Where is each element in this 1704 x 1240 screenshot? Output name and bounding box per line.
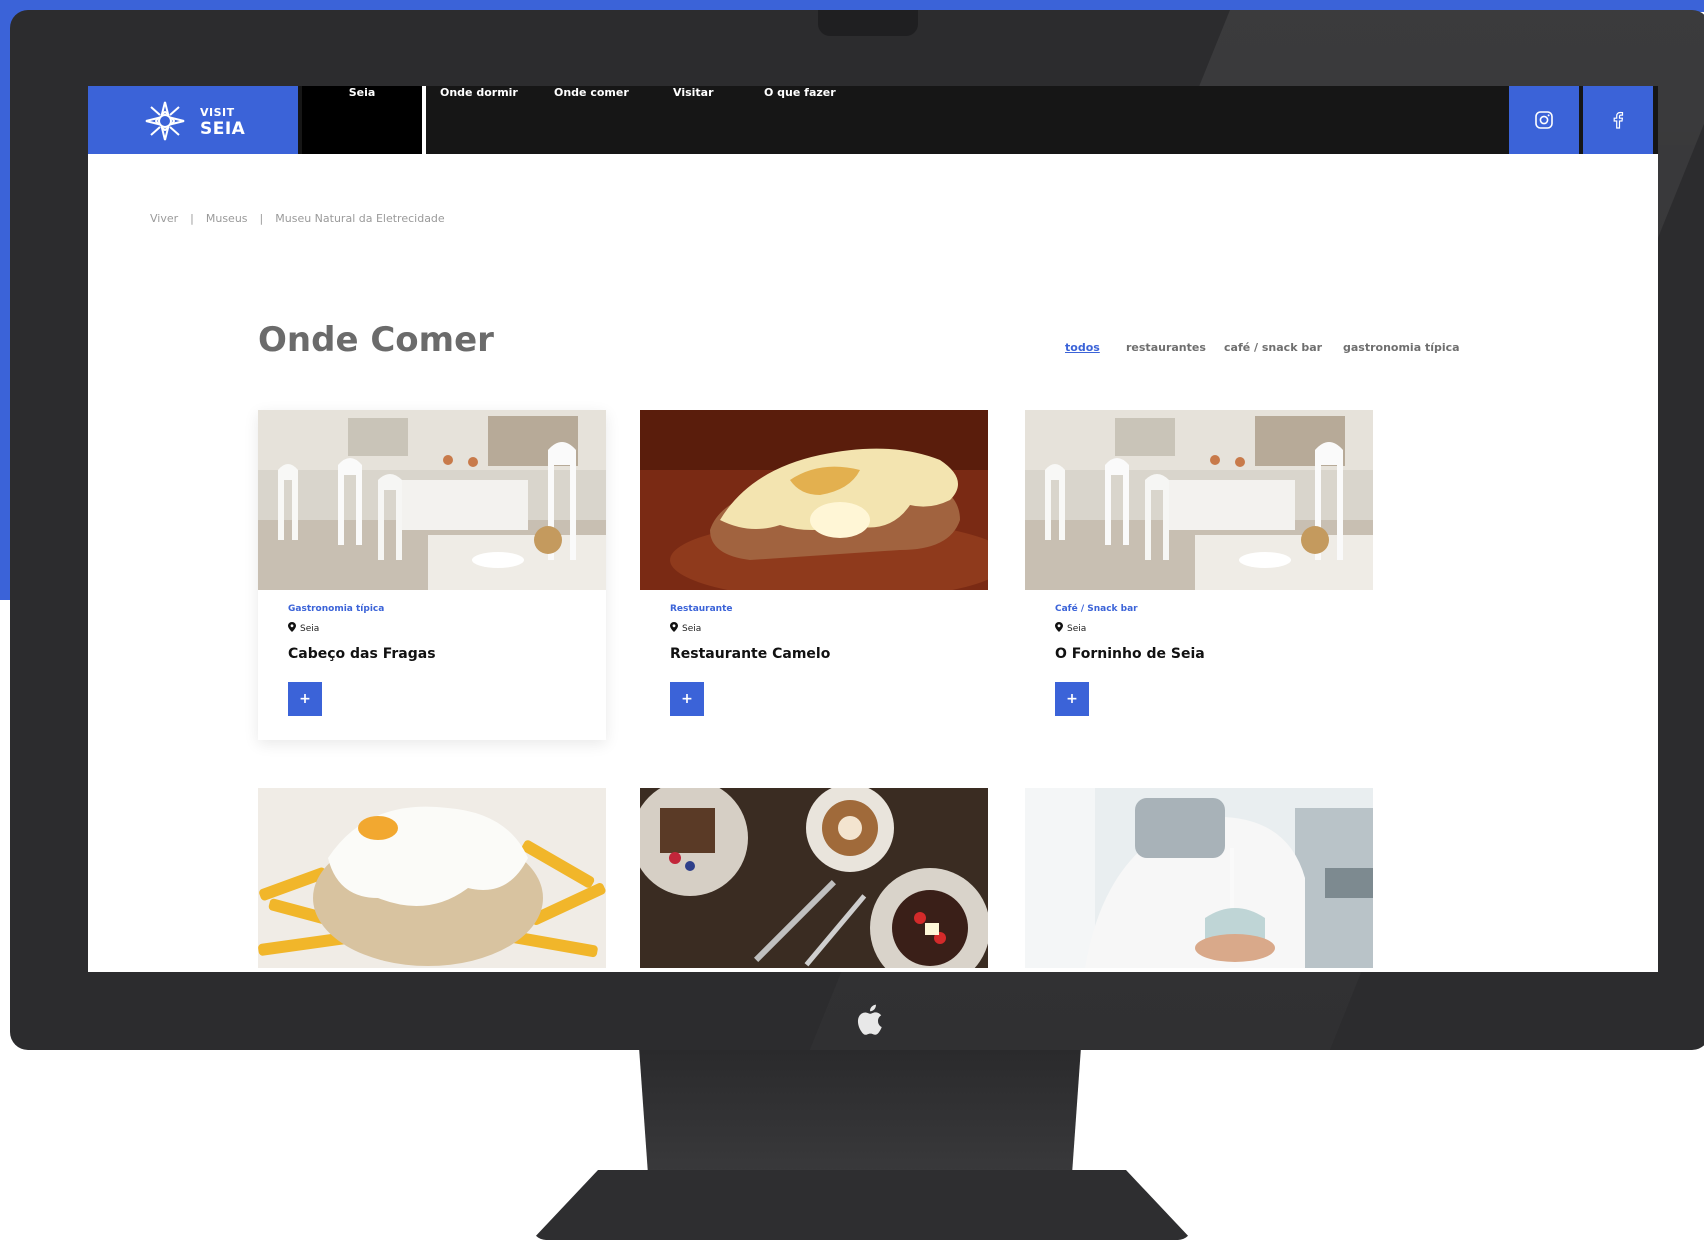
facebook-button[interactable] (1583, 86, 1653, 154)
facebook-icon (1613, 111, 1624, 129)
card-location-text: Seia (1067, 624, 1087, 634)
card-category: Café / Snack bar (1055, 604, 1138, 614)
card-row2-3[interactable] (1025, 788, 1373, 972)
card-photo (640, 788, 988, 968)
filter-cafe-snack-bar[interactable]: café / snack bar (1224, 341, 1322, 354)
site-logo[interactable]: VISIT SEIA (88, 86, 298, 154)
logo-visit-text: VISIT (200, 106, 235, 119)
card-location-text: Seia (682, 624, 702, 634)
card-row2-2[interactable] (640, 788, 988, 972)
scene: VISIT SEIA Seia Onde dormir Onde comer V… (0, 0, 1704, 1240)
breadcrumb-museu[interactable]: Museu Natural da Eletrecidade (275, 212, 444, 225)
breadcrumb-viver[interactable]: Viver (150, 212, 178, 225)
apple-logo-icon (857, 1004, 882, 1035)
screen: VISIT SEIA Seia Onde dormir Onde comer V… (88, 86, 1658, 972)
card-title[interactable]: O Forninho de Seia (1055, 646, 1205, 662)
instagram-icon (1535, 111, 1553, 129)
card-more-button[interactable]: + (288, 682, 322, 716)
card-category: Restaurante (670, 604, 733, 614)
nav-item-visitar[interactable]: Visitar (673, 86, 714, 154)
card-o-forninho-de-seia[interactable]: Café / Snack bar Seia O Forninho de Seia… (1025, 410, 1373, 740)
card-photo (640, 410, 988, 590)
filter-gastronomia-tipica[interactable]: gastronomia típica (1343, 341, 1460, 354)
card-photo (258, 788, 606, 968)
cheese-toast-image (640, 410, 988, 590)
monitor-stand-base (532, 1170, 1192, 1240)
card-more-button[interactable]: + (1055, 682, 1089, 716)
nav-item-onde-comer[interactable]: Onde comer (554, 86, 629, 154)
filter-todos[interactable]: todos (1065, 341, 1100, 354)
logo-seia-text: SEIA (200, 119, 246, 139)
card-title[interactable]: Cabeço das Fragas (288, 646, 436, 662)
card-location: Seia (670, 622, 701, 634)
instagram-button[interactable] (1509, 86, 1579, 154)
card-cabeco-das-fragas[interactable]: Gastronomia típica Seia Cabeço das Fraga… (258, 410, 606, 740)
monitor-frame: VISIT SEIA Seia Onde dormir Onde comer V… (10, 10, 1704, 1050)
filter-restaurantes[interactable]: restaurantes (1126, 341, 1206, 354)
monitor-stand-neck (639, 1050, 1081, 1180)
top-navigation: VISIT SEIA Seia Onde dormir Onde comer V… (88, 86, 1658, 154)
map-pin-icon (288, 622, 296, 632)
breadcrumb-museus[interactable]: Museus (206, 212, 248, 225)
card-location: Seia (1055, 622, 1086, 634)
barista-milk-pour-image (1025, 788, 1373, 968)
card-title[interactable]: Restaurante Camelo (670, 646, 830, 662)
egg-bread-fries-image (258, 788, 606, 968)
map-pin-icon (1055, 622, 1063, 632)
breadcrumb-separator: | (190, 212, 194, 225)
card-category: Gastronomia típica (288, 604, 385, 614)
category-filters: todos restaurantes café / snack bar gast… (988, 341, 1460, 361)
star-flower-icon (145, 101, 185, 141)
camera-notch (818, 10, 918, 36)
dining-room-image (1025, 410, 1373, 590)
card-photo (258, 410, 606, 590)
breadcrumb-separator: | (259, 212, 264, 225)
card-location: Seia (288, 622, 319, 634)
card-more-button[interactable]: + (670, 682, 704, 716)
nav-item-seia[interactable]: Seia (302, 86, 426, 154)
coffee-desserts-image (640, 788, 988, 968)
nav-item-o-que-fazer[interactable]: O que fazer (764, 86, 836, 154)
card-photo (1025, 410, 1373, 590)
dining-room-image (258, 410, 606, 590)
card-location-text: Seia (300, 624, 320, 634)
card-photo (1025, 788, 1373, 968)
card-restaurante-camelo[interactable]: Restaurante Seia Restaurante Camelo + (640, 410, 988, 740)
breadcrumb: Viver | Museus | Museu Natural da Eletrecida… (150, 212, 445, 225)
card-row2-1[interactable] (258, 788, 606, 972)
map-pin-icon (670, 622, 678, 632)
nav-item-onde-dormir[interactable]: Onde dormir (440, 86, 518, 154)
page-title: Onde Comer (258, 320, 494, 360)
